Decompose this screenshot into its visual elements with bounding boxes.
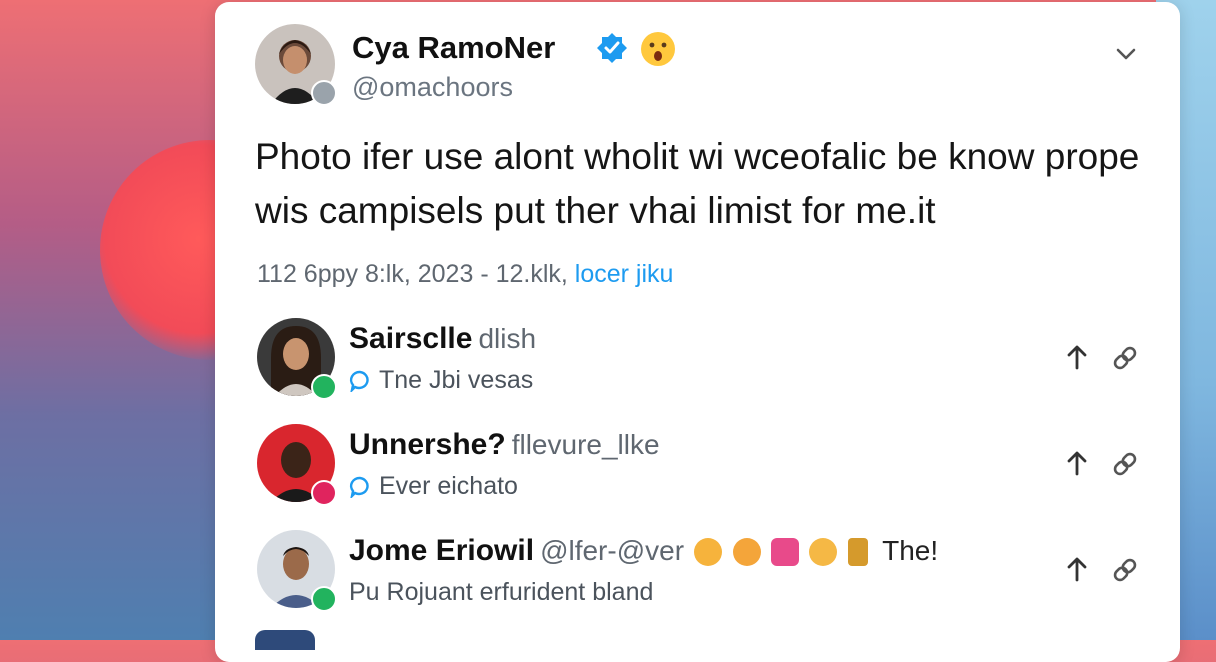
reply-row[interactable]: Jome Eriowil @lfer-@ver The! Pu Rojuant e… (215, 530, 1180, 634)
reply-row[interactable]: Unnershe? fllevure_llke Ever eichato (215, 424, 1180, 528)
worried-emoji-icon (809, 538, 838, 567)
reply-subtitle-text: Pu Rojuant erfurident bland (349, 578, 654, 606)
reply-handle: fllevure_llke (511, 429, 660, 460)
link-icon[interactable] (1111, 556, 1139, 584)
reply-avatar-badge (311, 586, 337, 612)
verified-icon (596, 32, 628, 64)
author-name[interactable]: Cya RamoNer (352, 30, 555, 66)
upload-icon[interactable] (1065, 448, 1089, 478)
upload-icon[interactable] (1065, 342, 1089, 372)
trophy-emoji-icon (847, 538, 868, 567)
reply-bubble-icon (349, 370, 371, 394)
reply-subtitle-text: Tne Jbi vesas (379, 366, 534, 394)
link-icon[interactable] (1111, 450, 1139, 478)
crying-emoji-icon (732, 538, 761, 567)
post-meta: 112 6ppy 8:lk, 2023 - 12.klk, locer jiku (257, 260, 673, 289)
reply-avatar-badge (311, 374, 337, 400)
reply-name[interactable]: Unnershe? fllevure_llke (349, 428, 660, 462)
upload-icon[interactable] (1065, 554, 1089, 584)
post-meta-link[interactable]: locer jiku (575, 260, 674, 288)
link-icon[interactable] (1111, 344, 1139, 372)
author-handle[interactable]: @omachoors (352, 72, 513, 103)
reply-bubble-icon (349, 476, 371, 500)
post-card: Cya RamoNer @omachoors Photo ifer use al… (215, 2, 1180, 662)
reply-subtitle: Tne Jbi vesas (349, 366, 533, 395)
post-timestamp: 112 6ppy 8:lk, 2023 - 12.klk, (257, 260, 575, 288)
reply-handle: @lfer-@ver (540, 535, 685, 566)
reply-subtitle: Pu Rojuant erfurident bland (349, 578, 653, 607)
surprised-emoji-icon (639, 30, 677, 68)
reply-subtitle: Ever eichato (349, 472, 518, 501)
reply-handle: dlish (478, 323, 537, 354)
reply-name-text: Sairsclle (349, 322, 473, 355)
grin-emoji-icon (694, 538, 723, 567)
heart-emoji-icon (771, 538, 800, 567)
reply-name[interactable]: Jome Eriowil @lfer-@ver The! (349, 534, 938, 568)
author-avatar-badge (311, 80, 337, 106)
reply-name[interactable]: Sairsclle dlish (349, 322, 536, 356)
reply-row[interactable]: Sairsclle dlish Tne Jbi vesas (215, 318, 1180, 422)
reply-tail-text: The! (882, 535, 939, 566)
reply-subtitle-text: Ever eichato (379, 472, 518, 500)
reply-avatar-badge (311, 480, 337, 506)
post-text: Photo ifer use alont wholit wi wceofalic… (255, 136, 1140, 231)
reply-name-text: Jome Eriowil (349, 534, 535, 567)
next-reply-avatar-partial (255, 630, 315, 650)
chevron-down-icon[interactable] (1114, 42, 1138, 66)
reply-name-text: Unnershe? (349, 428, 506, 461)
